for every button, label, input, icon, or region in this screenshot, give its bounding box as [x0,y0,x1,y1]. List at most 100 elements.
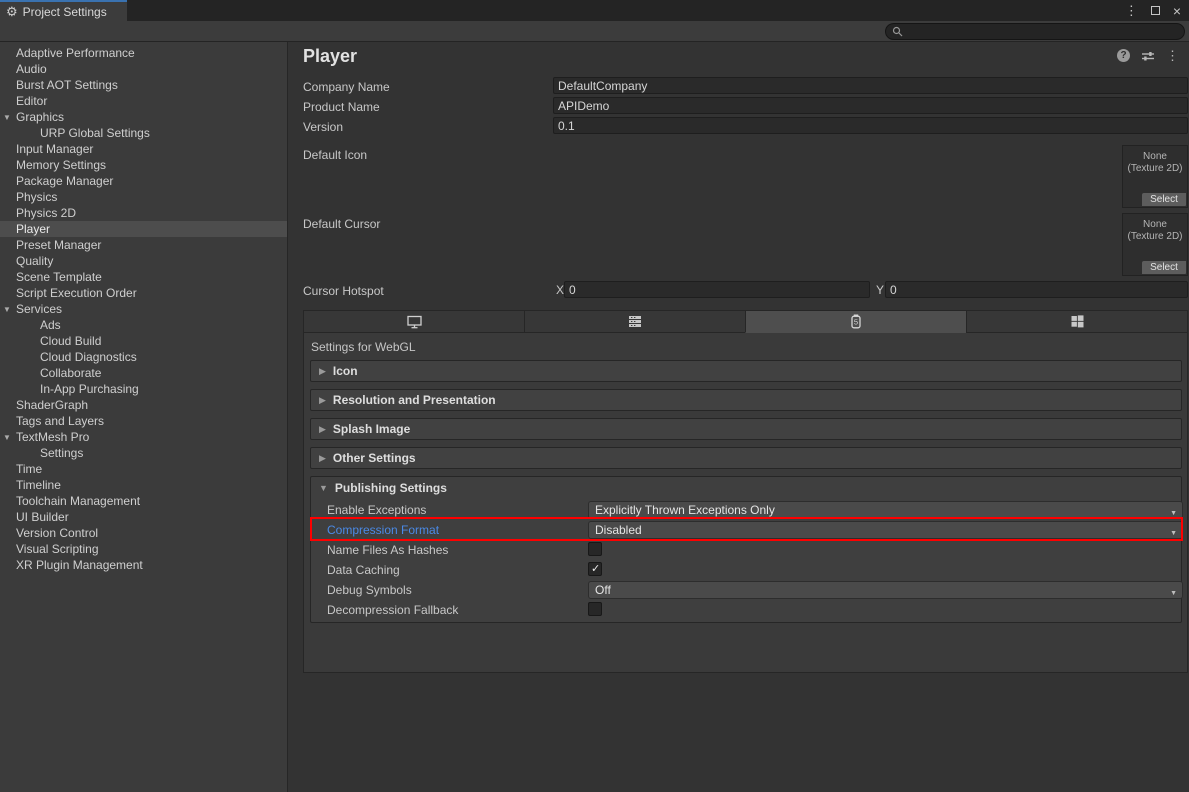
chevron-down-icon: ▼ [1170,506,1177,519]
foldout-closed-icon: ▶ [319,366,326,377]
window-title: Project Settings [23,5,107,19]
foldout-open-icon[interactable]: ▼ [3,110,11,126]
tab-standalone[interactable] [303,310,524,333]
search-input[interactable] [903,25,1178,39]
sidebar-item-in-app-purchasing[interactable]: In-App Purchasing [0,381,287,397]
sidebar-item-editor[interactable]: Editor [0,93,287,109]
sidebar-item-quality[interactable]: Quality [0,253,287,269]
name-files-as-hashes-label: Name Files As Hashes [327,541,448,559]
publishing-settings-header[interactable]: ▼ Publishing Settings [311,477,1181,499]
search-box[interactable] [885,23,1185,40]
default-icon-select-button[interactable]: Select [1142,193,1186,206]
sidebar-item-cloud-build[interactable]: Cloud Build [0,333,287,349]
sidebar-item-shadergraph[interactable]: ShaderGraph [0,397,287,413]
hotspot-y-field[interactable] [885,281,1188,298]
webgl-icon: 5 [850,314,862,329]
help-icon[interactable]: ? [1117,49,1130,62]
chevron-down-icon: ▼ [1170,586,1177,599]
sidebar-item-tags-and-layers[interactable]: Tags and Layers [0,413,287,429]
svg-text:5: 5 [854,318,858,327]
sidebar-item-package-manager[interactable]: Package Manager [0,173,287,189]
default-cursor-select-button[interactable]: Select [1142,261,1186,274]
sidebar-item-xr-plugin-management[interactable]: XR Plugin Management [0,557,287,573]
sidebar-item-tmp-settings[interactable]: Settings [0,445,287,461]
cursor-hotspot-label: Cursor Hotspot [303,283,384,299]
decompression-fallback-checkbox[interactable] [588,602,602,616]
foldout-open-icon[interactable]: ▼ [3,430,11,446]
hotspot-x-field[interactable] [564,281,870,298]
sidebar-item-burst-aot-settings[interactable]: Burst AOT Settings [0,77,287,93]
more-options-icon[interactable]: ⋮ [1166,49,1179,62]
gear-icon: ⚙ [6,5,18,18]
tab-windows-store[interactable] [966,310,1188,333]
player-settings-panel: Player ? ⋮ Company Name Product Name Ver… [289,42,1189,792]
sidebar-item-textmesh-pro[interactable]: ▼TextMesh Pro [0,429,287,445]
maximize-icon[interactable] [1151,6,1160,15]
window-menu-icon[interactable]: ⋮ [1125,4,1138,17]
tab-webgl[interactable]: 5 [745,310,966,333]
tab-dedicated-server[interactable] [524,310,745,333]
sidebar-item-cloud-diagnostics[interactable]: Cloud Diagnostics [0,349,287,365]
company-name-field[interactable] [553,77,1188,94]
product-name-field[interactable] [553,97,1188,114]
monitor-icon [407,315,422,329]
enable-exceptions-label: Enable Exceptions [327,501,426,519]
version-field[interactable] [553,117,1188,134]
section-other-settings[interactable]: ▶ Other Settings [310,447,1182,469]
foldout-closed-icon: ▶ [319,424,326,435]
server-icon [628,315,642,328]
sidebar-item-time[interactable]: Time [0,461,287,477]
settings-category-list: Adaptive Performance Audio Burst AOT Set… [0,42,288,792]
sidebar-item-input-manager[interactable]: Input Manager [0,141,287,157]
debug-symbols-label: Debug Symbols [327,581,412,599]
foldout-open-icon: ▼ [319,483,328,493]
sidebar-item-toolchain-management[interactable]: Toolchain Management [0,493,287,509]
sidebar-item-memory-settings[interactable]: Memory Settings [0,157,287,173]
compression-format-dropdown[interactable]: Disabled ▼ [588,521,1183,539]
sidebar-item-player[interactable]: Player [0,221,287,237]
sidebar-item-collaborate[interactable]: Collaborate [0,365,287,381]
sidebar-item-scene-template[interactable]: Scene Template [0,269,287,285]
hotspot-x-label: X [556,282,564,299]
default-icon-object-field[interactable]: None(Texture 2D) Select [1122,145,1188,208]
sidebar-item-physics-2d[interactable]: Physics 2D [0,205,287,221]
version-label: Version [303,119,343,135]
default-icon-label: Default Icon [303,147,367,163]
sidebar-item-urp-global-settings[interactable]: URP Global Settings [0,125,287,141]
section-splash-image[interactable]: ▶ Splash Image [310,418,1182,440]
company-name-label: Company Name [303,79,390,95]
sidebar-item-script-execution-order[interactable]: Script Execution Order [0,285,287,301]
default-cursor-object-field[interactable]: None(Texture 2D) Select [1122,213,1188,276]
name-files-as-hashes-checkbox[interactable] [588,542,602,556]
sidebar-item-ui-builder[interactable]: UI Builder [0,509,287,525]
foldout-open-icon[interactable]: ▼ [3,302,11,318]
decompression-fallback-label: Decompression Fallback [327,601,458,619]
sidebar-item-visual-scripting[interactable]: Visual Scripting [0,541,287,557]
sidebar-item-timeline[interactable]: Timeline [0,477,287,493]
sidebar-item-version-control[interactable]: Version Control [0,525,287,541]
compression-format-label: Compression Format [327,521,439,539]
sidebar-item-audio[interactable]: Audio [0,61,287,77]
search-icon [892,26,903,37]
presets-icon[interactable] [1141,50,1155,62]
sidebar-item-preset-manager[interactable]: Preset Manager [0,237,287,253]
section-resolution-and-presentation[interactable]: ▶ Resolution and Presentation [310,389,1182,411]
tab-project-settings[interactable]: ⚙ Project Settings [0,0,127,21]
window-titlebar: ⚙ Project Settings ⋮ × [0,0,1189,21]
sidebar-item-physics[interactable]: Physics [0,189,287,205]
debug-symbols-dropdown[interactable]: Off ▼ [588,581,1183,599]
windows-icon [1071,315,1084,328]
data-caching-label: Data Caching [327,561,400,579]
data-caching-checkbox[interactable] [588,562,602,576]
sidebar-item-graphics[interactable]: ▼Graphics [0,109,287,125]
enable-exceptions-dropdown[interactable]: Explicitly Thrown Exceptions Only ▼ [588,501,1183,519]
section-icon[interactable]: ▶ Icon [310,360,1182,382]
hotspot-y-label: Y [876,282,884,299]
close-icon[interactable]: × [1173,4,1181,18]
product-name-label: Product Name [303,99,380,115]
sidebar-item-services[interactable]: ▼Services [0,301,287,317]
sidebar-item-ads[interactable]: Ads [0,317,287,333]
platform-settings-body: Settings for WebGL ▶ Icon ▶ Resolution a… [303,333,1188,673]
sidebar-item-adaptive-performance[interactable]: Adaptive Performance [0,45,287,61]
section-publishing-settings: ▼ Publishing Settings Enable Exceptions … [310,476,1182,623]
